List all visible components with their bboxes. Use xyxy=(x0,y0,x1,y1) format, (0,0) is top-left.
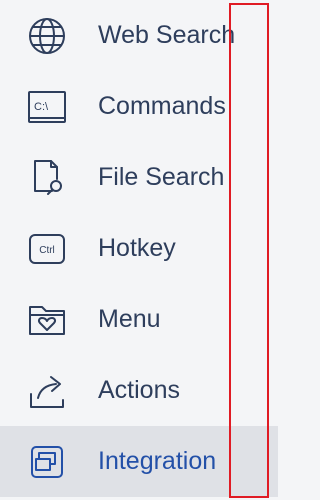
sidebar-item-label: Menu xyxy=(98,305,161,333)
sidebar-item-integration[interactable]: Integration xyxy=(0,426,278,497)
file-search-icon xyxy=(26,157,68,199)
sidebar-item-menu[interactable]: Menu xyxy=(0,284,278,355)
sidebar-item-label: Commands xyxy=(98,92,226,120)
windows-stack-icon xyxy=(26,441,68,483)
terminal-icon-text: C:\ xyxy=(34,101,49,113)
folder-heart-icon xyxy=(26,299,68,341)
terminal-icon: C:\ xyxy=(26,86,68,128)
sidebar-item-commands[interactable]: C:\ Commands xyxy=(0,71,278,142)
sidebar-item-actions[interactable]: Actions xyxy=(0,355,278,426)
ctrl-key-icon: Ctrl xyxy=(26,228,68,270)
sidebar-item-file-search[interactable]: File Search xyxy=(0,142,278,213)
sidebar-item-label: Actions xyxy=(98,376,180,404)
sidebar-item-label: Integration xyxy=(98,447,217,475)
sidebar-item-web-search[interactable]: Web Search xyxy=(0,0,278,71)
globe-icon xyxy=(26,15,68,57)
share-arrow-icon xyxy=(26,370,68,412)
sidebar-item-label: Hotkey xyxy=(98,234,176,262)
sidebar-item-label: Web Search xyxy=(98,21,236,49)
sidebar-item-label: File Search xyxy=(98,163,225,191)
sidebar-item-hotkey[interactable]: Ctrl Hotkey xyxy=(0,213,278,284)
settings-sidebar: Web Search C:\ Commands File Search Ctrl… xyxy=(0,0,278,500)
ctrl-key-icon-text: Ctrl xyxy=(39,245,55,256)
